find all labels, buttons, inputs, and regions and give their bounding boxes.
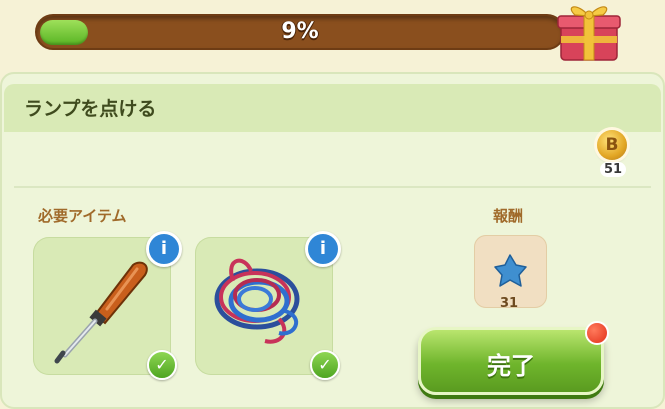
required-item-screwdriver[interactable]: i ✓ bbox=[33, 231, 182, 380]
quest-screen: 9% ランプを点ける B 51 必要アイテム i ✓ i ✓ 報酬 31 完了 bbox=[0, 0, 665, 409]
complete-button-label: 完了 bbox=[487, 352, 535, 380]
coin-icon: B bbox=[597, 130, 627, 160]
info-icon[interactable]: i bbox=[305, 231, 341, 267]
notification-dot bbox=[585, 321, 609, 345]
complete-button[interactable]: 完了 bbox=[418, 327, 604, 395]
quest-title: ランプを点ける bbox=[24, 98, 157, 120]
reward-count: 31 bbox=[500, 296, 519, 311]
progress-bar: 9% bbox=[35, 14, 565, 50]
info-icon[interactable]: i bbox=[146, 231, 182, 267]
gift-box-icon[interactable] bbox=[555, 0, 623, 62]
check-icon: ✓ bbox=[310, 350, 340, 380]
divider bbox=[14, 186, 651, 188]
required-items-label: 必要アイテム bbox=[38, 207, 127, 225]
coin-count: 51 bbox=[600, 162, 627, 177]
check-icon: ✓ bbox=[147, 350, 177, 380]
reward-label: 報酬 bbox=[493, 207, 524, 225]
required-item-wire[interactable]: i ✓ bbox=[195, 231, 341, 380]
progress-label: 9% bbox=[281, 19, 319, 44]
